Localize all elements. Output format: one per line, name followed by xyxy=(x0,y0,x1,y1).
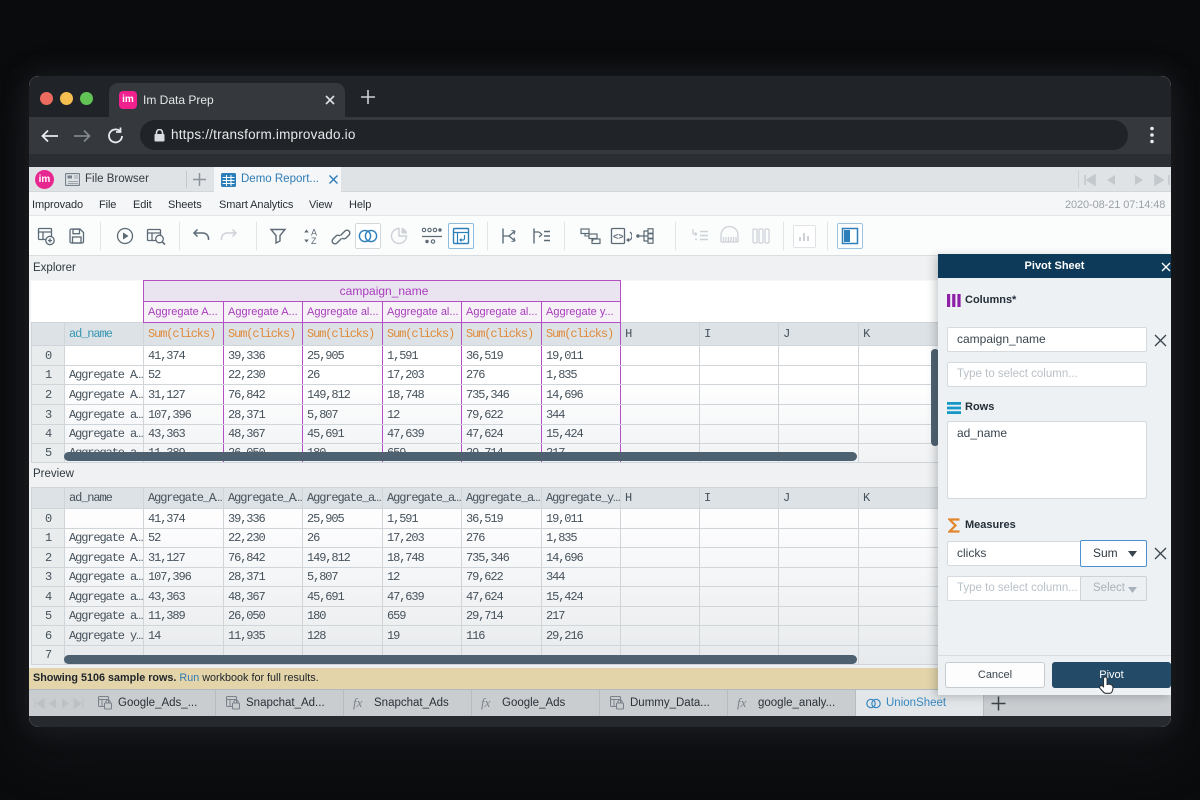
svg-text:Z: Z xyxy=(311,236,317,246)
svg-text:<>: <> xyxy=(613,232,624,242)
